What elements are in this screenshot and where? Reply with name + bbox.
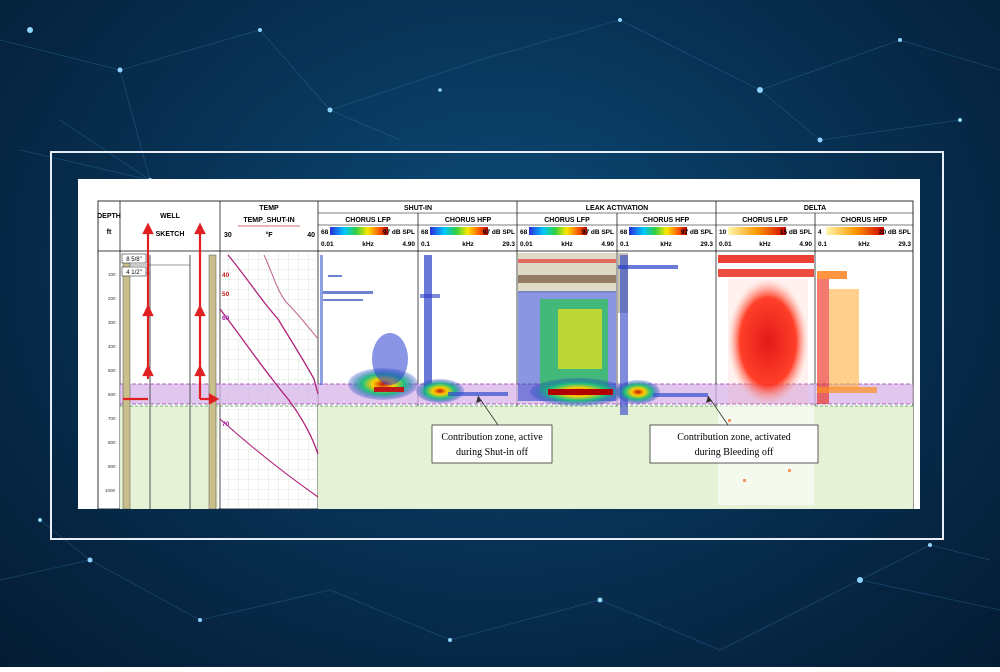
subtrack-name: CHORUS HFP — [643, 217, 690, 224]
casing-right — [208, 254, 217, 509]
casing-inner-label: 4 1/2" — [126, 270, 141, 276]
color-scale — [430, 227, 488, 235]
freq-unit: kHz — [660, 241, 672, 248]
freq-max: 29.3 — [502, 241, 515, 248]
scale-max: 97 dB SPL — [383, 229, 415, 236]
temp-header: TEMP — [259, 205, 279, 212]
callout-text: during Bleeding off — [695, 447, 774, 458]
freq-unit: kHz — [759, 241, 771, 248]
freq-max: 4.90 — [799, 241, 812, 248]
freq-max: 29.3 — [898, 241, 911, 248]
delta-lfp-heatmap — [718, 255, 814, 505]
arrow-up-icon — [142, 304, 154, 317]
subtrack-header-5: CHORUS LFP 10 15 dB SPL 0.01 kHz 4.90 — [719, 217, 812, 248]
temp-unit: °F — [265, 231, 273, 239]
depth-tick: 400 — [108, 344, 116, 349]
log-panel: DEPTH ft WELL SKETCH TEMP TEMP_SHUT-IN 3… — [78, 179, 920, 509]
scale-max: 20 dB SPL — [879, 229, 911, 236]
scale-max: 15 dB SPL — [780, 229, 812, 236]
subtrack-name: CHORUS LFP — [742, 217, 788, 224]
freq-unit: kHz — [858, 241, 870, 248]
freq-min: 0.01 — [321, 241, 334, 248]
freq-max: 29.3 — [700, 241, 713, 248]
depth-tick: 300 — [108, 320, 116, 325]
depth-tick: 800 — [108, 440, 116, 445]
depth-tick: 100 — [108, 272, 116, 277]
leak-lfp-spectrogram — [518, 253, 626, 406]
scale-min: 68 — [520, 229, 528, 236]
shutin-hfp-spectrogram — [416, 255, 508, 403]
scale-min: 4 — [818, 229, 822, 236]
freq-unit: kHz — [561, 241, 573, 248]
temp-value-label: 50 — [222, 291, 230, 298]
subtrack-name: CHORUS HFP — [445, 217, 492, 224]
temp-value-label: 40 — [222, 272, 230, 279]
scale-max: 97 dB SPL — [681, 229, 713, 236]
freq-min: 0.1 — [421, 241, 430, 248]
depth-tick: 1000 — [105, 488, 116, 493]
freq-max: 4.90 — [601, 241, 614, 248]
depth-unit: ft — [107, 229, 112, 236]
subtrack-name: CHORUS LFP — [345, 217, 391, 224]
freq-min: 0.1 — [818, 241, 827, 248]
color-scale — [330, 227, 388, 235]
temp-min: 30 — [224, 232, 232, 239]
depth-tick: 600 — [108, 392, 116, 397]
shutin-header: SHUT-IN — [404, 205, 432, 212]
scale-min: 68 — [620, 229, 628, 236]
callout-text: Contribution zone, active — [441, 432, 543, 443]
temp-track-label: TEMP_SHUT-IN — [243, 217, 294, 224]
scale-max: 97 dB SPL — [582, 229, 614, 236]
callout-text: Contribution zone, activated — [677, 432, 791, 443]
shutin-lfp-spectrogram — [320, 255, 418, 400]
temp-value-label: 70 — [222, 421, 230, 428]
color-scale — [826, 227, 884, 235]
depth-tick: 500 — [108, 368, 116, 373]
arrow-up-icon — [194, 304, 206, 317]
leak-header: LEAK ACTIVATION — [586, 205, 648, 212]
color-scale — [629, 227, 687, 235]
arrow-up-icon — [194, 364, 206, 377]
scale-min: 10 — [719, 229, 727, 236]
subtrack-header-6: CHORUS HFP 4 20 dB SPL 0.1 kHz 29.3 — [818, 217, 911, 248]
temp-grid — [220, 251, 318, 509]
casing-outer-label: 8 5/8" — [126, 257, 141, 263]
freq-min: 0.01 — [719, 241, 732, 248]
color-scale — [529, 227, 587, 235]
depth-tick: 700 — [108, 416, 116, 421]
arrow-up-icon — [142, 364, 154, 377]
freq-max: 4.90 — [402, 241, 415, 248]
casing-left — [122, 254, 131, 509]
subtrack-name: CHORUS LFP — [544, 217, 590, 224]
subtrack-header-3: CHORUS LFP 68 97 dB SPL 0.01 kHz 4.90 — [520, 217, 614, 248]
subtrack-header-2: CHORUS HFP 68 97 dB SPL 0.1 kHz 29.3 — [421, 217, 515, 248]
subtrack-header-4: CHORUS HFP 68 97 dB SPL 0.1 kHz 29.3 — [620, 217, 713, 248]
temp-value-label: 60 — [222, 315, 230, 322]
scale-min: 68 — [421, 229, 429, 236]
subtrack-header-1: CHORUS LFP 68 97 dB SPL 0.01 kHz 4.90 — [321, 217, 415, 248]
freq-unit: kHz — [362, 241, 374, 248]
depth-tick: 900 — [108, 464, 116, 469]
depth-tick: 200 — [108, 296, 116, 301]
delta-header: DELTA — [804, 205, 826, 212]
well-sketch-header: SKETCH — [156, 231, 185, 238]
temp-max: 40 — [307, 232, 315, 239]
scale-min: 68 — [321, 229, 329, 236]
depth-axis: 100 200 300 400 500 600 700 800 900 1000 — [105, 272, 116, 493]
color-scale — [728, 227, 786, 235]
lower-zone-band — [318, 406, 913, 509]
scale-max: 97 dB SPL — [483, 229, 515, 236]
callout-text: during Shut-in off — [456, 447, 529, 458]
arrow-up-icon — [142, 222, 154, 235]
log-figure: DEPTH ft WELL SKETCH TEMP TEMP_SHUT-IN 3… — [97, 200, 914, 509]
arrow-up-icon — [194, 222, 206, 235]
freq-min: 0.1 — [620, 241, 629, 248]
well-header: WELL — [160, 213, 181, 220]
depth-header: DEPTH — [97, 213, 121, 220]
subtrack-name: CHORUS HFP — [841, 217, 888, 224]
freq-unit: kHz — [462, 241, 474, 248]
freq-min: 0.01 — [520, 241, 533, 248]
